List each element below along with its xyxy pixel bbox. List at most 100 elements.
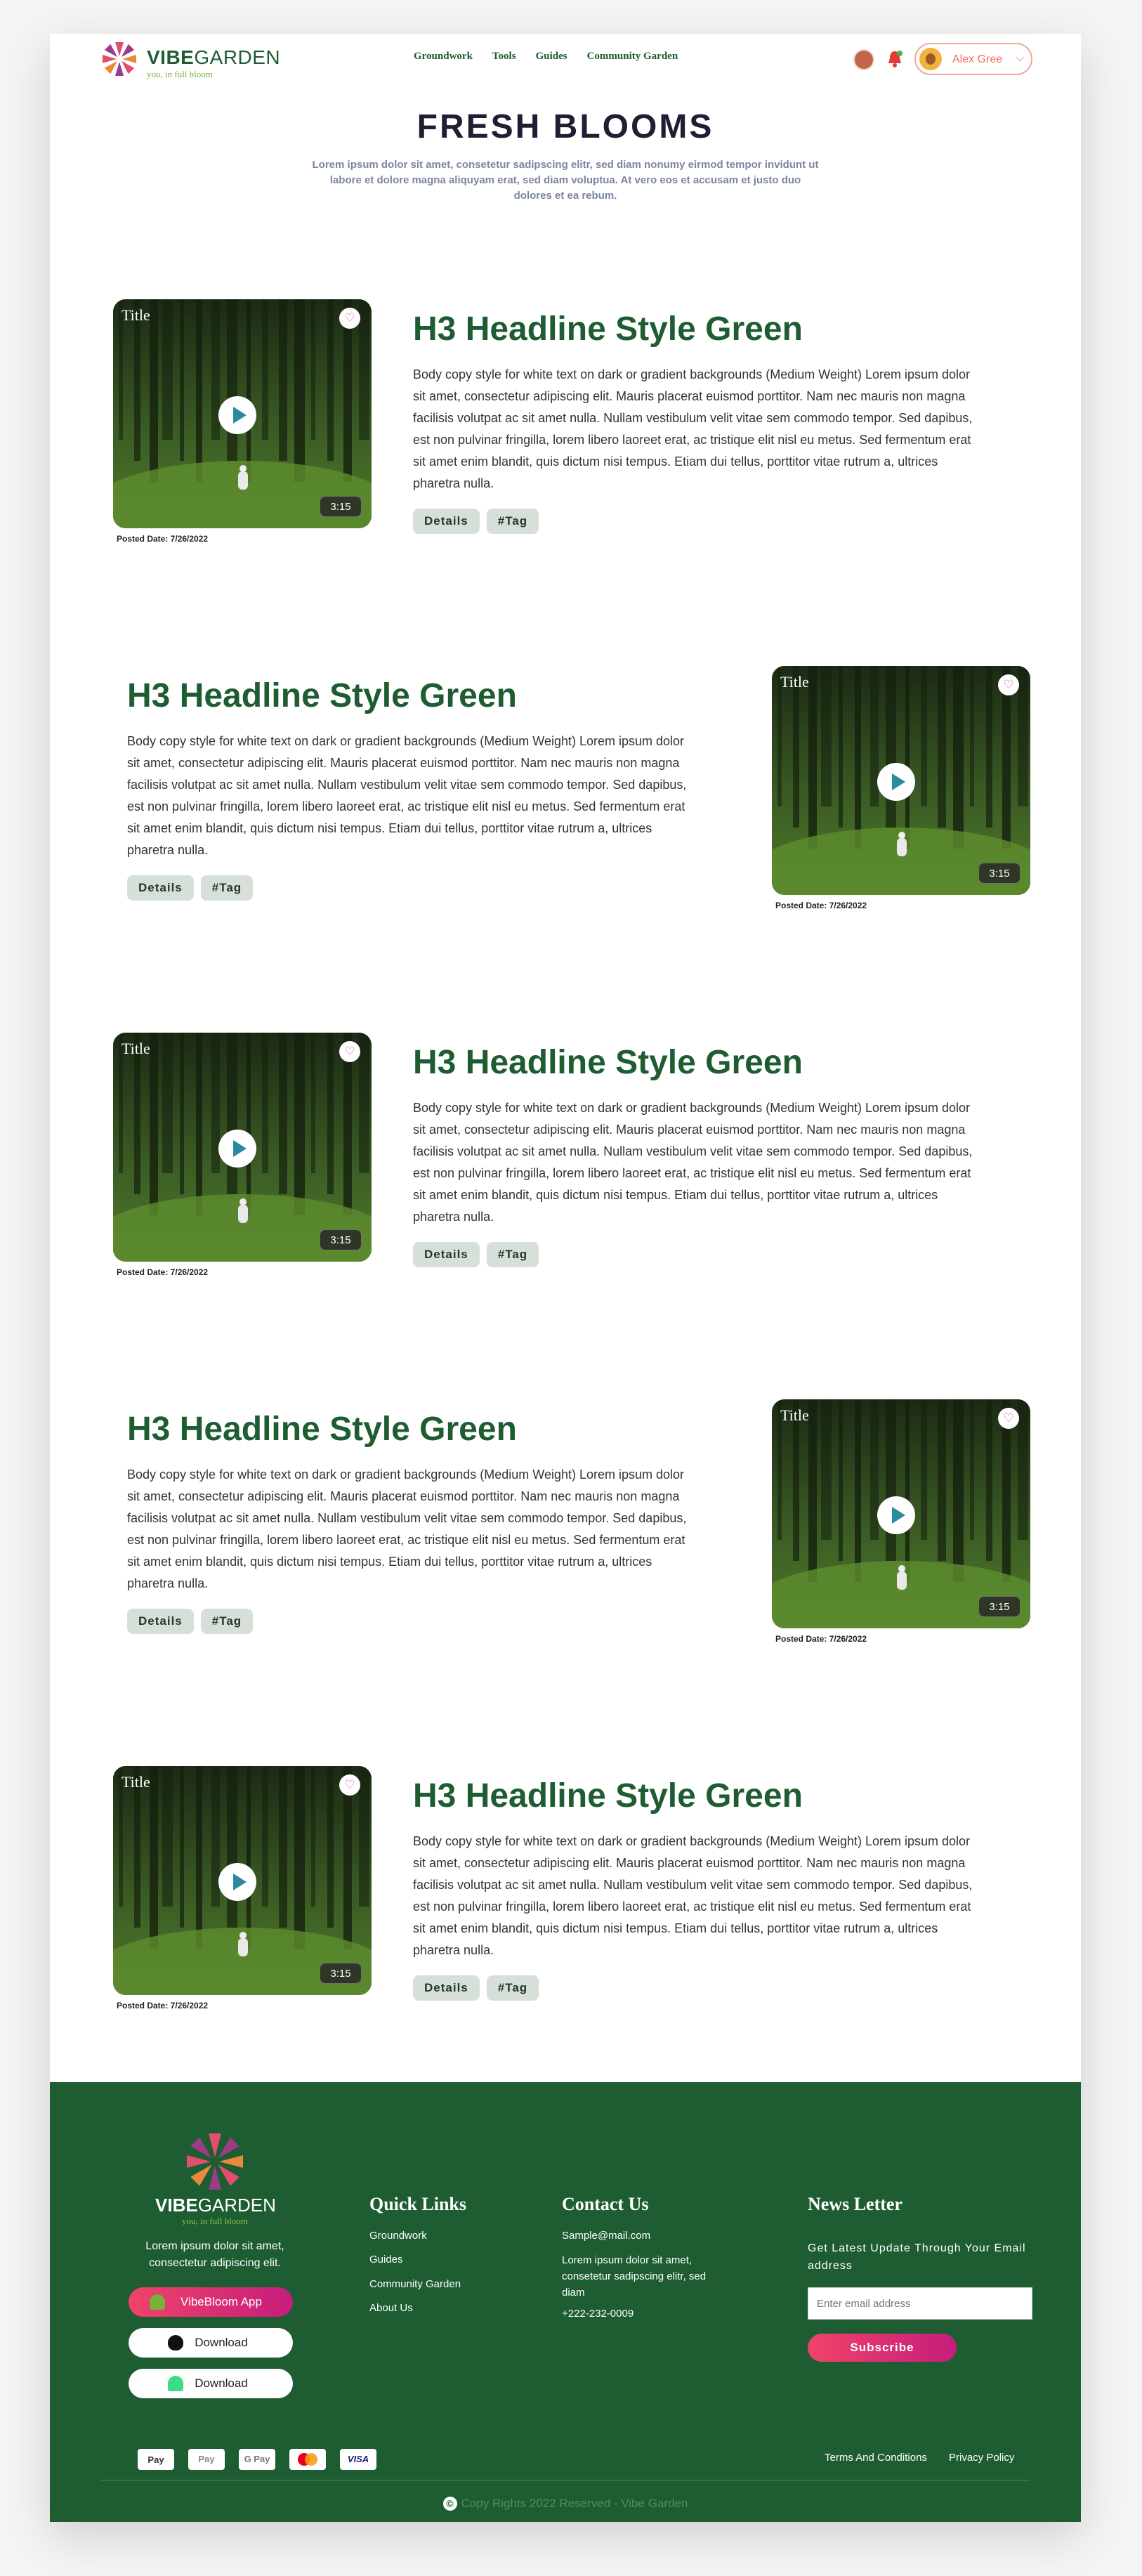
user-name: Alex Gree [952, 53, 1003, 65]
tag-chip[interactable]: #Tag [486, 1242, 539, 1267]
post-title: H3 Headline Style Green [127, 1411, 517, 1448]
post-card: Title ♡ 3:15 Posted Date: 7/26/2022 H3 Headl… [50, 1766, 1081, 2019]
post-body: Body copy style for white text on dark o… [127, 734, 687, 857]
tag-chip[interactable]: #Tag [486, 509, 539, 534]
play-icon[interactable] [877, 1496, 915, 1534]
contact-heading: Contact Us [562, 2194, 649, 2214]
posted-date: Posted Date: 7/26/2022 [775, 901, 867, 910]
details-button[interactable]: Details [413, 1975, 480, 2001]
visa-icon: VISA [340, 2449, 376, 2470]
terms-link[interactable]: Terms And Conditions [825, 2452, 927, 2464]
android-icon [168, 2376, 183, 2391]
post-title: H3 Headline Style Green [413, 310, 803, 348]
post-tags: Details #Tag [127, 1609, 254, 1634]
tag-chip[interactable]: #Tag [200, 875, 254, 901]
apple-pay-icon: Pay [138, 2449, 174, 2470]
contact-phone[interactable]: +222-232-0009 [562, 2306, 634, 2322]
video-thumbnail[interactable]: Title ♡ 3:15 [772, 666, 1030, 895]
page-intro: Lorem ipsum dolor sit amet, consetetur s… [312, 159, 819, 202]
post-title: H3 Headline Style Green [127, 677, 517, 714]
app-store-download-button[interactable]: Download [129, 2328, 293, 2358]
heart-icon[interactable]: ♡ [339, 308, 360, 329]
heart-icon[interactable]: ♡ [339, 1774, 360, 1796]
avatar [919, 48, 942, 70]
details-button[interactable]: Details [413, 509, 480, 534]
heart-icon[interactable]: ♡ [339, 1041, 360, 1062]
flower-logo-icon [187, 2133, 243, 2190]
footer-about: Lorem ipsum dolor sit amet, consectetur … [145, 2240, 284, 2269]
video-duration: 3:15 [978, 863, 1020, 884]
header: VIBEGARDEN you, in full bloom Groundwork… [50, 34, 1081, 84]
post-tags: Details #Tag [413, 509, 539, 534]
post-body: Body copy style for white text on dark o… [413, 1834, 973, 1957]
post-body: Body copy style for white text on dark o… [127, 1467, 687, 1590]
details-button[interactable]: Details [413, 1242, 480, 1267]
footer-brand-tagline: you, in full bloom [182, 2216, 248, 2226]
post-tags: Details #Tag [413, 1242, 539, 1267]
tag-chip[interactable]: #Tag [200, 1609, 254, 1634]
nav-tools[interactable]: Tools [492, 51, 516, 63]
contact-email[interactable]: Sample@mail.com [562, 2228, 650, 2244]
footer-link-about-us[interactable]: About Us [369, 2302, 413, 2314]
nav-community-garden[interactable]: Community Garden [587, 51, 678, 63]
app-icon [150, 2294, 165, 2310]
post-body: Body copy style for white text on dark o… [413, 1101, 973, 1224]
vibebloom-app-button[interactable]: VibeBloom App [129, 2287, 293, 2317]
footer-link-guides[interactable]: Guides [369, 2254, 403, 2266]
brand-tagline: you, in full bloom [147, 69, 213, 79]
posted-date: Posted Date: 7/26/2022 [117, 2001, 209, 2011]
newsletter-description: Get Latest Update Through Your Email add… [808, 2242, 1026, 2272]
details-button[interactable]: Details [127, 1609, 194, 1634]
play-store-download-button[interactable]: Download [129, 2369, 293, 2398]
footer-link-groundwork[interactable]: Groundwork [369, 2230, 427, 2242]
page: VIBEGARDEN you, in full bloom Groundwork… [50, 34, 1081, 2522]
mastercard-icon [289, 2449, 326, 2470]
video-thumbnail[interactable]: Title ♡ 3:15 [772, 1399, 1030, 1628]
post-body: Body copy style for white text on dark o… [413, 367, 973, 490]
subscribe-button[interactable]: Subscribe [808, 2334, 957, 2362]
nav-groundwork[interactable]: Groundwork [414, 51, 473, 63]
globe-icon[interactable] [853, 49, 874, 70]
bell-icon[interactable] [886, 49, 903, 69]
video-title: Title [780, 673, 809, 691]
details-button[interactable]: Details [127, 875, 194, 901]
play-icon[interactable] [218, 396, 256, 434]
posted-date: Posted Date: 7/26/2022 [117, 534, 209, 544]
video-thumbnail[interactable]: Title ♡ 3:15 [113, 299, 372, 528]
brand-logo[interactable]: VIBEGARDEN you, in full bloom [99, 39, 282, 79]
footer-brand-name: VIBEGARDEN [155, 2195, 276, 2216]
heart-icon[interactable]: ♡ [998, 674, 1019, 695]
play-icon[interactable] [218, 1130, 256, 1168]
post-card: Title ♡ 3:15 Posted Date: 7/26/2022 H3 Headl… [50, 299, 1081, 552]
video-thumbnail[interactable]: Title ♡ 3:15 [113, 1766, 372, 1995]
nav-guides[interactable]: Guides [536, 51, 567, 63]
user-menu-button[interactable]: Alex Gree ⌵ [914, 43, 1032, 75]
newsletter-heading: News Letter [808, 2194, 903, 2214]
footer: VIBEGARDEN you, in full bloom Lorem ipsu… [50, 2082, 1081, 2522]
video-thumbnail[interactable]: Title ♡ 3:15 [113, 1033, 372, 1262]
video-title: Title [122, 1773, 150, 1791]
newsletter-email-input[interactable] [808, 2287, 1032, 2320]
tag-chip[interactable]: #Tag [486, 1975, 539, 2001]
chevron-down-icon: ⌵ [1016, 52, 1025, 64]
heart-icon[interactable]: ♡ [998, 1408, 1019, 1429]
copyright-icon: © [442, 2497, 457, 2511]
google-pay-icon: G Pay [239, 2449, 275, 2470]
play-icon[interactable] [218, 1863, 256, 1901]
play-icon[interactable] [877, 763, 915, 801]
copyright: © Copy Rights 2022 Reserved - Vibe Garden [50, 2497, 1081, 2511]
contact-address: Lorem ipsum dolor sit amet, consetetur s… [562, 2254, 707, 2299]
main-nav: Groundwork Tools Guides Community Garden [414, 51, 678, 63]
post-card: Title ♡ 3:15 Posted Date: 7/26/2022 H3 Headl… [50, 666, 1081, 919]
post-title: H3 Headline Style Green [413, 1777, 803, 1815]
video-title: Title [122, 1040, 150, 1057]
samsung-pay-icon: Pay [188, 2449, 225, 2470]
post-card: Title ♡ 3:15 Posted Date: 7/26/2022 H3 Headl… [50, 1033, 1081, 1286]
footer-link-community-garden[interactable]: Community Garden [369, 2278, 461, 2290]
quick-links-heading: Quick Links [369, 2194, 467, 2214]
video-duration: 3:15 [978, 1596, 1020, 1617]
brand-name: VIBEGARDEN [147, 46, 281, 68]
privacy-link[interactable]: Privacy Policy [949, 2452, 1014, 2464]
video-duration: 3:15 [320, 1963, 362, 1984]
post-tags: Details #Tag [413, 1975, 539, 2001]
